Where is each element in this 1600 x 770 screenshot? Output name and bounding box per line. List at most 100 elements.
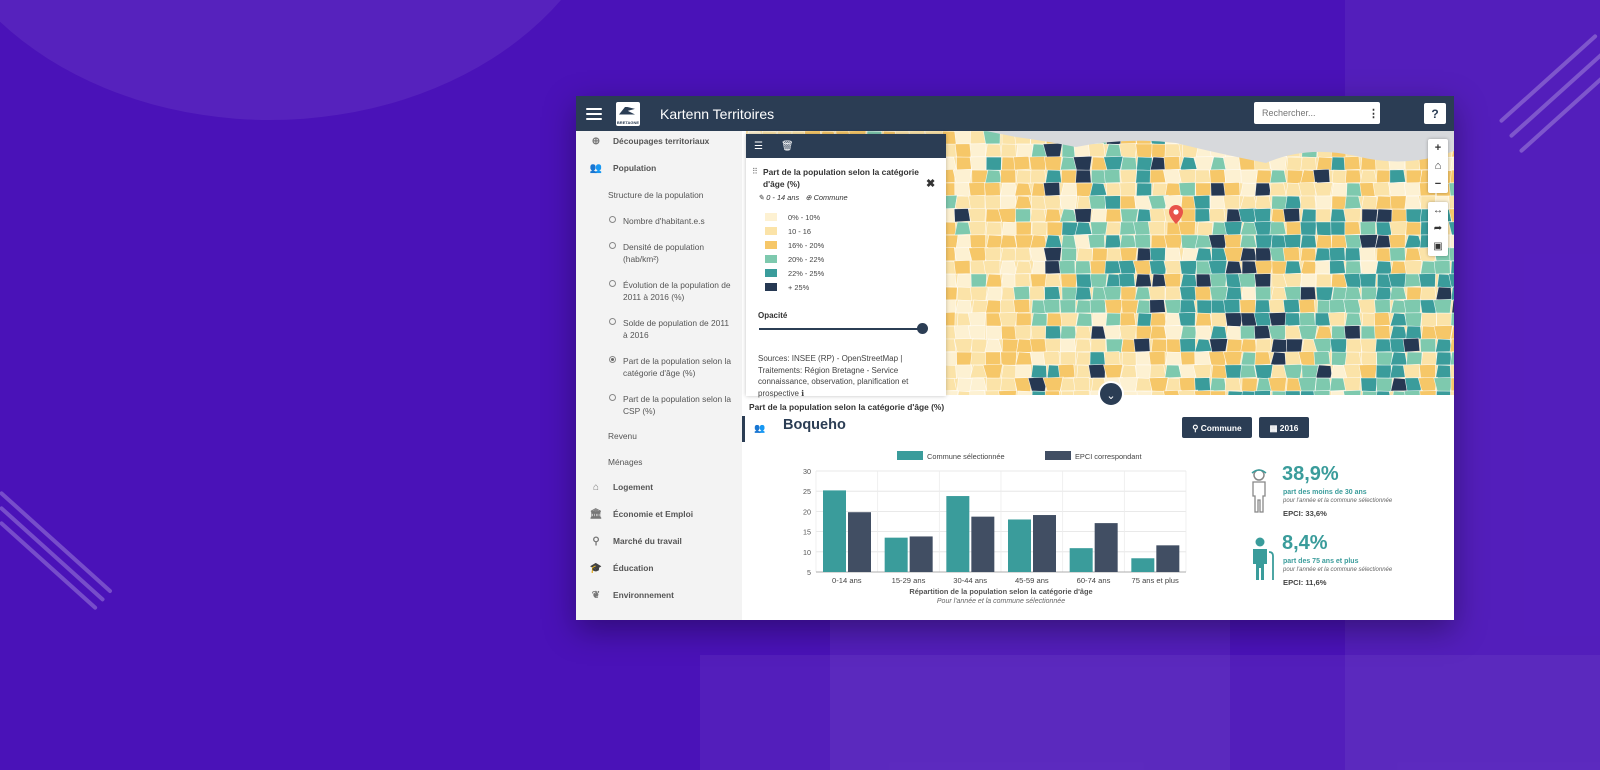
stat-value: 38,9% xyxy=(1282,463,1339,485)
sidebar-item-label: Logement xyxy=(613,482,654,492)
background-circle xyxy=(0,0,620,120)
chart-bar xyxy=(909,536,933,572)
stat-epci: EPCI: 33,6% xyxy=(1283,509,1327,518)
radio-button[interactable] xyxy=(609,216,616,223)
chart-y-tick-label: 15 xyxy=(803,528,811,537)
bank-icon: 🏛 xyxy=(589,509,603,520)
chart-bar xyxy=(1156,545,1180,572)
chart-x-tick-label: 0-14 ans xyxy=(832,576,862,585)
sidebar-item-label: Économie et Emploi xyxy=(613,509,694,519)
chart-x-tick-label: 45-59 ans xyxy=(1015,576,1049,585)
info-icon[interactable]: ℹ xyxy=(801,389,804,398)
radio-button[interactable] xyxy=(609,280,616,287)
radio-button[interactable] xyxy=(609,242,616,249)
drag-handle-icon[interactable]: ⠿ xyxy=(752,167,758,176)
map-marker-icon: ⚲ xyxy=(1192,422,1201,433)
calendar-icon: ▦ xyxy=(1269,422,1280,433)
legend-title: Part de la population selon la catégorie… xyxy=(763,167,919,189)
panel-accent xyxy=(742,416,745,442)
sidebar-item-label: Nombre d'habitant.e.s xyxy=(623,216,705,226)
sidebar-item-label: Part de la population selon la catégorie… xyxy=(623,356,732,378)
chart-bar xyxy=(823,490,846,572)
chart-bar xyxy=(971,516,995,572)
region-logo[interactable]: BRETAGNE xyxy=(616,101,640,126)
sidebar-item-label: Densité de population (hab/km²) xyxy=(623,242,705,264)
radio-button[interactable] xyxy=(609,318,616,325)
legend-age: 0 - 14 ans xyxy=(766,193,800,202)
legend-meta: ✎ 0 - 14 ans ⊕ Commune xyxy=(758,193,848,202)
zoom-out-button[interactable]: − xyxy=(1428,175,1448,193)
opacity-label: Opacité xyxy=(758,311,788,320)
legend-swatch xyxy=(765,283,777,291)
chart-y-tick-label: 10 xyxy=(803,548,811,557)
young-person-icon xyxy=(1251,469,1267,513)
list-icon[interactable]: ☰ xyxy=(754,141,763,152)
radio-button[interactable] xyxy=(609,356,616,363)
home-button[interactable]: ⌂ xyxy=(1428,157,1448,175)
collapse-panel-button[interactable]: ⌄ xyxy=(1098,381,1124,407)
logo-text: BRETAGNE xyxy=(616,119,640,125)
stat-value: 8,4% xyxy=(1282,532,1328,554)
chart-x-tick-label: 30-44 ans xyxy=(953,576,987,585)
app-window: BRETAGNE Kartenn Territoires ⋮ ? ⊕ Découp… xyxy=(576,96,1454,620)
menu-icon[interactable] xyxy=(586,105,602,123)
radio-button[interactable] xyxy=(609,394,616,401)
commune-name: Boqueho xyxy=(783,417,846,433)
year-button-label: 2016 xyxy=(1279,422,1299,433)
background-stripe xyxy=(0,505,106,603)
panel-title: Part de la population selon la catégorie… xyxy=(749,402,945,412)
legend-level: Commune xyxy=(813,193,848,202)
zoom-in-button[interactable]: + xyxy=(1428,139,1448,157)
sidebar-item-label: Évolution de la population de 2011 à 201… xyxy=(623,280,731,302)
opacity-slider[interactable] xyxy=(759,328,922,330)
chart-bar xyxy=(1008,519,1031,572)
chart-legend-swatch xyxy=(897,451,923,460)
chart-subtitle: Pour l'année et la commune sélectionnée xyxy=(937,598,1065,605)
globe-icon: ⊕ xyxy=(805,193,812,202)
chart-bar xyxy=(1069,548,1093,572)
share-icon[interactable]: ➦ xyxy=(1428,220,1448,238)
close-icon[interactable]: ✖ xyxy=(926,177,935,190)
legend-class-label: 0% - 10% xyxy=(788,213,821,222)
search-menu-icon[interactable]: ⋮ xyxy=(1368,107,1379,120)
chart-x-tick-label: 15-29 ans xyxy=(892,576,926,585)
stat-description: part des moins de 30 ans xyxy=(1283,489,1367,496)
chart-y-tick-label: 5 xyxy=(807,568,811,577)
sidebar-item-label: Revenu xyxy=(608,431,637,441)
sidebar-item-label: Découpages territoriaux xyxy=(613,136,710,146)
stat-subtitle: pour l'année et la commune sélectionnée xyxy=(1283,567,1393,573)
year-button[interactable]: ▦ 2016 xyxy=(1259,417,1309,438)
chart-bar xyxy=(1033,515,1056,572)
chart-bar xyxy=(848,512,871,572)
stat-description: part des 75 ans et plus xyxy=(1283,558,1359,565)
sidebar-item-label: Solde de population de 2011 à 2016 xyxy=(623,318,730,340)
elderly-person-icon xyxy=(1253,537,1274,580)
help-button[interactable]: ? xyxy=(1424,103,1446,124)
chart-y-tick-label: 30 xyxy=(803,467,811,476)
legend-header: ☰ 🗑 xyxy=(746,134,946,158)
sidebar-item-label: Environnement xyxy=(613,590,674,600)
chart-x-tick-label: 75 ans et plus xyxy=(1132,576,1179,585)
app-title: Kartenn Territoires xyxy=(660,105,775,122)
opacity-slider-handle[interactable] xyxy=(917,323,928,334)
map-tools: ↔ ➦ ▣ xyxy=(1428,202,1448,256)
search-input[interactable] xyxy=(1262,108,1362,118)
pencil-icon: ✎ xyxy=(758,193,765,202)
stat-subtitle: pour l'année et la commune sélectionnée xyxy=(1283,498,1393,504)
leaf-icon: ❦ xyxy=(591,590,601,601)
legend-swatch xyxy=(765,213,777,221)
sources-text: Sources: INSEE (RP) - OpenStreetMap | Tr… xyxy=(758,354,909,398)
chart-bar xyxy=(946,496,970,572)
sidebar-item-label: Structure de la population xyxy=(608,190,704,200)
image-export-icon[interactable]: ▣ xyxy=(1428,238,1448,256)
legend-swatch xyxy=(765,227,777,235)
chart-legend-label: Commune sélectionnée xyxy=(927,452,1005,461)
trash-icon[interactable]: 🗑 xyxy=(781,141,794,152)
commune-button[interactable]: ⚲ Commune xyxy=(1182,417,1252,438)
users-icon: 👥 xyxy=(589,163,603,174)
commune-button-label: Commune xyxy=(1200,422,1242,433)
legend-class-label: 16% - 20% xyxy=(788,241,825,250)
measure-icon[interactable]: ↔ xyxy=(1428,202,1448,220)
sidebar-item-label: Population xyxy=(613,163,657,173)
search-icon: ⚲ xyxy=(592,536,600,547)
